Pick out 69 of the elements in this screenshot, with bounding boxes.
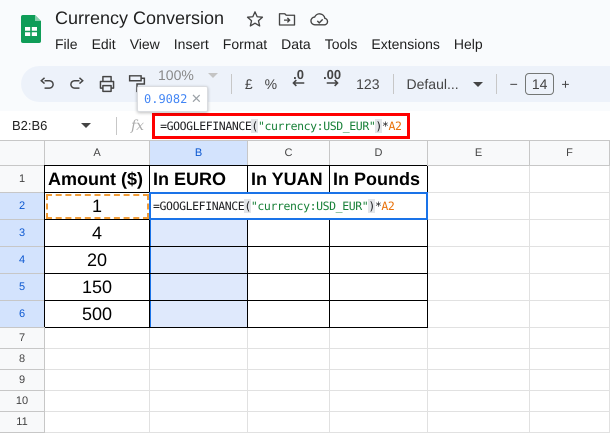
name-box[interactable]: B2:B6 (12, 118, 108, 133)
table-cell[interactable] (150, 247, 248, 274)
menu-item[interactable]: Tools (318, 34, 364, 54)
row-header[interactable]: 3 (0, 220, 45, 247)
table-cell[interactable] (330, 220, 428, 247)
row-header[interactable]: 8 (0, 349, 45, 370)
row-header[interactable]: 7 (0, 328, 45, 349)
toolbar-button[interactable]: − (504, 70, 523, 98)
table-cell[interactable] (248, 301, 330, 328)
table-cell[interactable]: Amount ($) (45, 166, 150, 193)
column-header[interactable]: F (530, 141, 610, 166)
row-header[interactable]: 6 (0, 301, 45, 328)
table-cell[interactable] (150, 301, 248, 328)
toolbar-button[interactable]: £ (240, 70, 258, 98)
select-all-corner[interactable] (0, 141, 45, 166)
menu-item[interactable]: View (124, 34, 166, 54)
row-header[interactable]: 10 (0, 391, 45, 412)
formula-input[interactable]: =GOOGLEFINANCE("currency:USD_EUR")*A2 (152, 112, 410, 138)
table-cell[interactable]: 4 (45, 220, 150, 247)
row-header[interactable]: 9 (0, 370, 45, 391)
caret-icon (472, 82, 483, 86)
table-cell[interactable] (248, 220, 330, 247)
caret-icon (208, 73, 218, 78)
column-header[interactable]: C (248, 141, 330, 166)
toolbar-button[interactable]: + (556, 70, 575, 98)
table-cell[interactable]: 20 (45, 247, 150, 274)
menu-item[interactable]: Edit (86, 34, 122, 54)
column-header[interactable]: A (45, 141, 150, 166)
font-size-field[interactable]: 14 (524, 73, 554, 95)
column-header[interactable]: D (330, 141, 428, 166)
menu-item[interactable]: Data (275, 34, 317, 54)
increase-decimal-button[interactable]: .00 (315, 70, 350, 98)
row-header[interactable]: 2 (0, 193, 45, 220)
table-cell[interactable] (150, 220, 248, 247)
toolbar-button[interactable]: 123 (351, 70, 384, 98)
document-title[interactable]: Currency Conversion (55, 8, 224, 29)
tooltip-value: 0.9082 (144, 92, 188, 106)
menu-item[interactable]: Help (448, 34, 489, 54)
dropdown-button[interactable]: Defaul... (402, 70, 488, 98)
table-cell[interactable]: 150 (45, 274, 150, 301)
column-header[interactable]: E (428, 141, 530, 166)
arrow-right-icon (326, 79, 339, 87)
table-cell[interactable] (330, 301, 428, 328)
table-cell[interactable] (330, 274, 428, 301)
column-header[interactable]: B (150, 141, 248, 166)
row-header[interactable]: 1 (0, 166, 45, 193)
star-icon[interactable] (246, 10, 264, 28)
sheets-logo-icon (21, 15, 41, 43)
table-cell[interactable] (150, 274, 248, 301)
menu-item[interactable]: Insert (168, 34, 215, 54)
decrease-decimal-button[interactable]: .0 (284, 70, 314, 98)
menu-item[interactable]: Extensions (365, 34, 446, 54)
arrow-left-icon (292, 79, 306, 87)
row-header[interactable]: 4 (0, 247, 45, 274)
menu-item[interactable]: File (49, 34, 84, 54)
menu-item[interactable]: Format (216, 34, 274, 54)
row-header[interactable]: 11 (0, 412, 45, 433)
paint-format-icon (128, 75, 146, 93)
print-icon (98, 75, 116, 93)
table-cell[interactable] (248, 274, 330, 301)
function-label: fx (131, 118, 144, 134)
table-cell[interactable] (330, 247, 428, 274)
table-cell[interactable]: 1 (45, 193, 150, 220)
toolbar-button[interactable]: % (260, 70, 282, 98)
row-header[interactable]: 5 (0, 274, 45, 301)
table-cell[interactable]: 500 (45, 301, 150, 328)
table-cell[interactable] (248, 247, 330, 274)
cell-editor[interactable]: =GOOGLEFINANCE("currency:USD_EUR")*A2 (149, 192, 428, 220)
caret-icon (81, 123, 92, 128)
